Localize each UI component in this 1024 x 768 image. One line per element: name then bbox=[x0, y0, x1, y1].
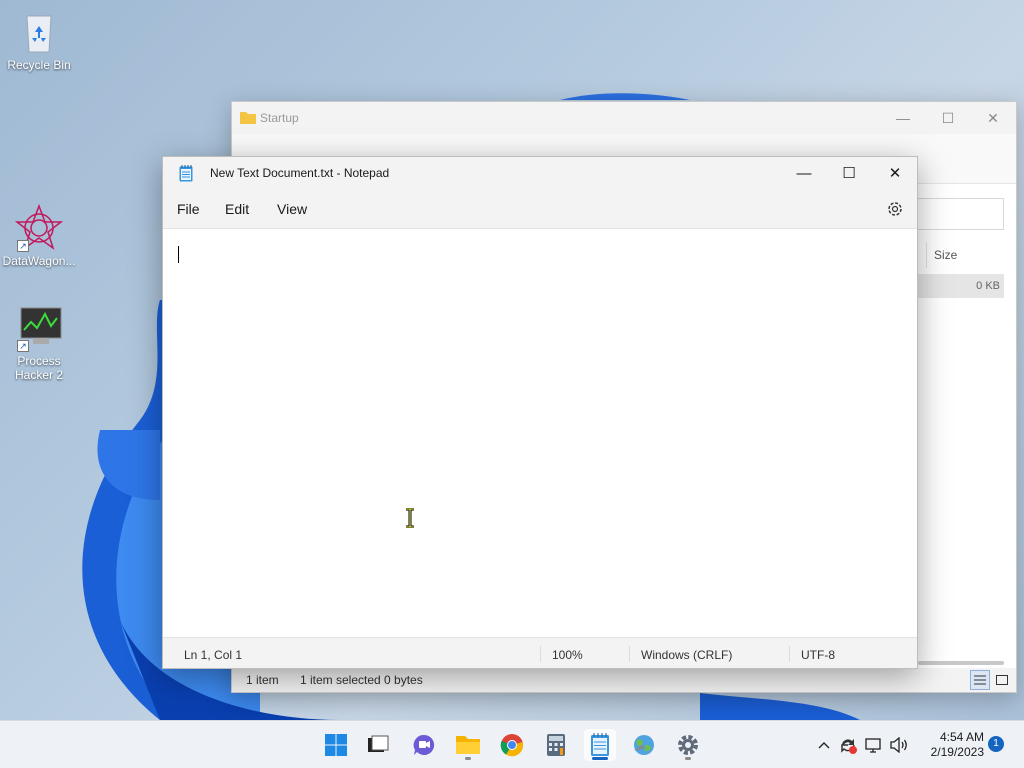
desktop-icon-datawagon[interactable]: ↗ DataWagon... bbox=[0, 203, 78, 268]
notification-badge[interactable]: 1 bbox=[988, 736, 1004, 752]
chrome-icon bbox=[500, 734, 524, 757]
desktop-icon-process-hacker[interactable]: ↗ Process Hacker 2 bbox=[0, 304, 78, 382]
running-indicator bbox=[685, 757, 691, 760]
horizontal-scrollbar[interactable] bbox=[918, 661, 1004, 665]
recycle-bin-icon bbox=[15, 8, 63, 56]
notepad-menubar: File Edit View bbox=[163, 189, 917, 229]
menu-file[interactable]: File bbox=[177, 201, 200, 217]
taskbar-chrome[interactable] bbox=[496, 729, 528, 761]
terminal-icon bbox=[368, 735, 389, 752]
clock-date: 2/19/2023 bbox=[930, 745, 984, 759]
explorer-close-button[interactable]: ✕ bbox=[970, 102, 1016, 134]
status-zoom: 100% bbox=[552, 648, 583, 662]
notepad-window[interactable]: New Text Document.txt - Notepad — ☐ ✕ Fi… bbox=[162, 156, 918, 669]
column-header-size[interactable]: Size bbox=[934, 248, 957, 262]
notepad-icon bbox=[591, 733, 609, 756]
settings-gear-icon[interactable] bbox=[885, 199, 905, 219]
taskbar-file-explorer[interactable] bbox=[452, 729, 484, 761]
status-separator bbox=[540, 646, 541, 662]
taskbar-calculator[interactable] bbox=[540, 729, 572, 761]
explorer-statusbar: 1 item 1 item selected 0 bytes bbox=[232, 668, 1016, 692]
status-separator bbox=[789, 646, 790, 662]
explorer-title: Startup bbox=[260, 111, 299, 125]
running-indicator bbox=[465, 757, 471, 760]
file-row[interactable]: 0 KB bbox=[918, 274, 1004, 298]
menu-edit[interactable]: Edit bbox=[225, 201, 249, 217]
shortcut-arrow-icon: ↗ bbox=[17, 340, 29, 352]
start-button[interactable] bbox=[320, 729, 352, 761]
column-separator bbox=[926, 242, 927, 268]
folder-icon bbox=[240, 112, 256, 124]
tray-volume[interactable] bbox=[889, 735, 909, 755]
desktop-icon-label: Process Hacker 2 bbox=[14, 354, 64, 382]
calculator-icon bbox=[547, 734, 565, 756]
tiles-view-button[interactable] bbox=[992, 670, 1012, 690]
notepad-maximize-button[interactable]: ☐ bbox=[826, 157, 872, 189]
explorer-search-box[interactable] bbox=[916, 198, 1004, 230]
taskbar-clock[interactable]: 4:54 AM 2/19/2023 bbox=[918, 730, 984, 760]
status-line-ending: Windows (CRLF) bbox=[641, 648, 733, 662]
explorer-maximize-button[interactable]: ☐ bbox=[925, 102, 971, 134]
chat-icon bbox=[413, 734, 435, 755]
details-view-icon bbox=[974, 675, 986, 685]
file-explorer-icon bbox=[456, 736, 480, 754]
details-view-button[interactable] bbox=[970, 670, 990, 690]
sync-icon bbox=[841, 739, 857, 754]
show-hidden-icons-button[interactable] bbox=[814, 735, 834, 755]
datawagon-icon: ↗ bbox=[14, 203, 64, 252]
shortcut-arrow-icon: ↗ bbox=[17, 240, 29, 252]
tiles-view-icon bbox=[996, 675, 1008, 685]
notepad-icon bbox=[179, 165, 193, 182]
volume-icon bbox=[890, 737, 907, 753]
menu-view[interactable]: View bbox=[277, 201, 307, 217]
taskbar-notepad[interactable] bbox=[584, 729, 616, 761]
start-icon bbox=[325, 734, 347, 756]
status-cursor-position: Ln 1, Col 1 bbox=[184, 648, 243, 662]
notepad-titlebar[interactable]: New Text Document.txt - Notepad — ☐ ✕ bbox=[163, 157, 917, 189]
text-caret bbox=[178, 246, 179, 263]
settings-icon bbox=[678, 735, 698, 755]
desktop-icon-label: DataWagon... bbox=[2, 254, 76, 268]
notepad-minimize-button[interactable]: — bbox=[781, 157, 827, 189]
taskbar-chat[interactable] bbox=[408, 729, 440, 761]
notepad-statusbar: Ln 1, Col 1 100% Windows (CRLF) UTF-8 bbox=[163, 637, 917, 668]
file-size: 0 KB bbox=[976, 280, 1000, 292]
taskbar-terminal[interactable] bbox=[362, 729, 394, 761]
status-encoding: UTF-8 bbox=[801, 648, 835, 662]
chevron-up-icon bbox=[818, 742, 830, 749]
taskbar-earth-app[interactable] bbox=[628, 729, 660, 761]
text-editor-area[interactable] bbox=[163, 229, 917, 637]
notepad-title: New Text Document.txt - Notepad bbox=[210, 166, 390, 180]
notepad-close-button[interactable]: ✕ bbox=[872, 157, 918, 189]
status-selection: 1 item selected 0 bytes bbox=[300, 673, 423, 687]
active-app-indicator bbox=[592, 757, 608, 760]
status-separator bbox=[629, 646, 630, 662]
process-hacker-icon: ↗ bbox=[15, 304, 63, 352]
earth-icon bbox=[634, 735, 654, 755]
ibeam-cursor-icon bbox=[406, 508, 414, 528]
desktop-icon-recycle-bin[interactable]: Recycle Bin bbox=[0, 8, 78, 72]
desktop-icon-label: Recycle Bin bbox=[7, 58, 71, 72]
clock-time: 4:54 AM bbox=[939, 730, 984, 744]
taskbar-settings[interactable] bbox=[672, 729, 704, 761]
taskbar: 4:54 AM 2/19/2023 bbox=[0, 720, 1024, 768]
network-icon bbox=[865, 738, 881, 753]
tray-sync-status[interactable] bbox=[838, 735, 858, 755]
status-item-count: 1 item bbox=[246, 673, 279, 687]
explorer-minimize-button[interactable]: — bbox=[880, 102, 926, 134]
explorer-titlebar[interactable]: Startup — ☐ ✕ bbox=[232, 102, 1016, 134]
tray-network[interactable] bbox=[864, 735, 884, 755]
